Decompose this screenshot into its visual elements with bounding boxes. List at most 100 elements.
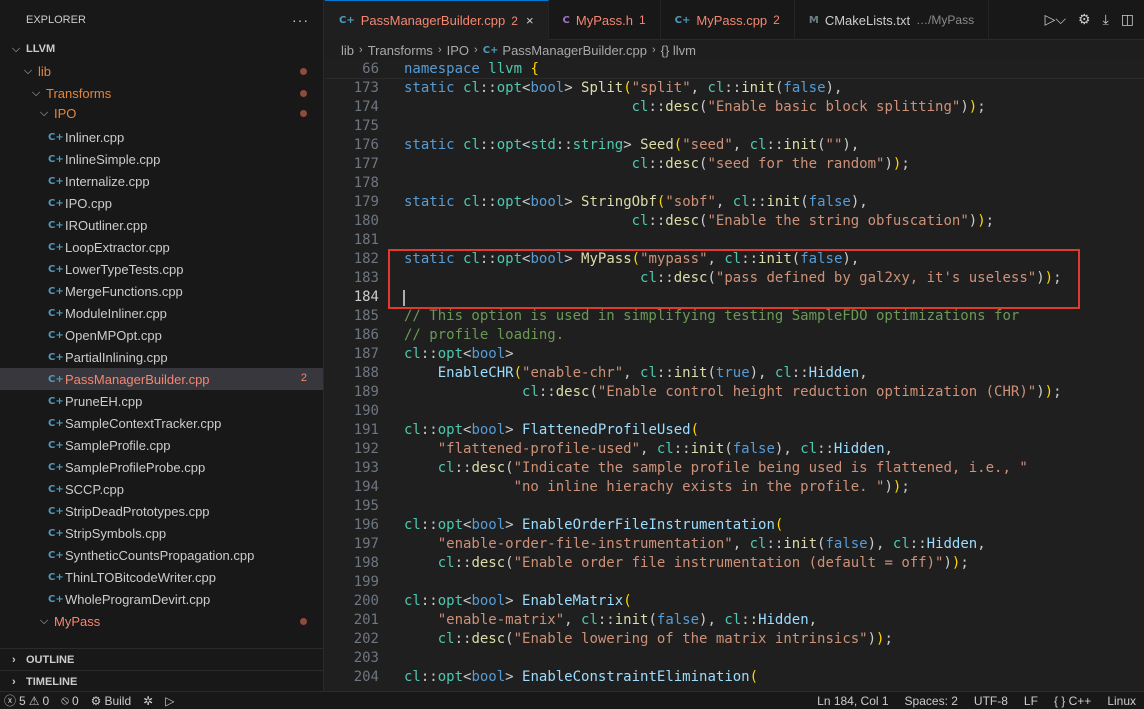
breadcrumb-item[interactable]: PassManagerBuilder.cpp [502, 43, 647, 58]
line-number: 179 [353, 194, 379, 210]
breadcrumb-item[interactable]: IPO [447, 43, 469, 58]
ports-indicator[interactable]: ⦸ 0 [61, 693, 79, 708]
code-line[interactable]: 197 "enable-order-file-instrumentation",… [325, 535, 1144, 554]
code-line[interactable]: 196 cl::opt<bool> EnableOrderFileInstrume… [325, 516, 1144, 535]
code-line[interactable]: 204 cl::opt<bool> EnableConstraintElimina… [325, 668, 1144, 687]
run-debug-icon[interactable]: ▷⌵ [1045, 11, 1066, 28]
folder-ipo[interactable]: ⌵ IPO [0, 104, 323, 122]
line-number: 173 [353, 80, 379, 96]
file-item[interactable]: C+ SCCP.cpp [0, 478, 323, 500]
code-line[interactable]: 183 cl::desc("pass defined by gal2xy, it… [325, 269, 1144, 288]
file-item[interactable]: C+ LoopExtractor.cpp [0, 236, 323, 258]
code-line[interactable]: 178 [325, 174, 1144, 193]
tab-mypass-cpp[interactable]: C+ MyPass.cpp 2 [661, 0, 795, 40]
code-line[interactable]: 194 "no inline hierachy exists in the pr… [325, 478, 1144, 497]
code-line[interactable]: 184 [325, 288, 1144, 307]
file-item[interactable]: C+ IROutliner.cpp [0, 214, 323, 236]
file-item[interactable]: C+ MergeFunctions.cpp [0, 280, 323, 302]
gear-icon[interactable]: ⚙ [1078, 11, 1091, 28]
code-line[interactable]: 173 static cl::opt<bool> Split("split", c… [325, 79, 1144, 98]
code-line[interactable]: 198 cl::desc("Enable order file instrume… [325, 554, 1144, 573]
debug-icon[interactable]: ✲ [143, 694, 153, 708]
code-line[interactable]: 174 cl::desc("Enable basic block splitti… [325, 98, 1144, 117]
code-line[interactable]: 177 cl::desc("seed for the random")); [325, 155, 1144, 174]
code-line[interactable]: 186 // profile loading. [325, 326, 1144, 345]
file-item[interactable]: C+ PartialInlining.cpp [0, 346, 323, 368]
code-line[interactable]: 202 cl::desc("Enable lowering of the mat… [325, 630, 1144, 649]
sticky-scroll-line[interactable]: 66 namespace llvm { [325, 60, 1144, 79]
code-line[interactable]: 187 cl::opt<bool> [325, 345, 1144, 364]
folder-transforms[interactable]: ⌵ Transforms [0, 82, 323, 104]
code-line[interactable]: 192 "flattened-profile-used", cl::init(f… [325, 440, 1144, 459]
code-line[interactable]: 200 cl::opt<bool> EnableMatrix( [325, 592, 1144, 611]
cursor-position[interactable]: Ln 184, Col 1 [817, 694, 888, 708]
outline-section[interactable]: › OUTLINE [0, 648, 324, 670]
build-button[interactable]: ⚙ Build [91, 694, 131, 708]
file-item[interactable]: C+ SampleProfile.cpp [0, 434, 323, 456]
platform[interactable]: Linux [1107, 694, 1136, 708]
file-label: LowerTypeTests.cpp [65, 261, 184, 277]
breadcrumb-item[interactable]: lib [341, 43, 354, 58]
code-line[interactable]: 191 cl::opt<bool> FlattenedProfileUsed( [325, 421, 1144, 440]
code-line[interactable]: 190 [325, 402, 1144, 421]
file-item[interactable]: C+ IPO.cpp [0, 192, 323, 214]
tab-passmanagerbuilder[interactable]: C+ PassManagerBuilder.cpp 2 × [325, 0, 549, 40]
code-line[interactable]: 181 [325, 231, 1144, 250]
indentation[interactable]: Spaces: 2 [905, 694, 958, 708]
problems-indicator[interactable]: ⓧ 5 ⚠ 0 [4, 692, 49, 709]
code-line[interactable]: 180 cl::desc("Enable the string obfuscat… [325, 212, 1144, 231]
folder-mypass[interactable]: ⌵ MyPass [0, 610, 323, 632]
code-line[interactable]: 199 [325, 573, 1144, 592]
tab-cmakelists[interactable]: M CMakeLists.txt …/MyPass [795, 0, 990, 40]
file-item[interactable]: C+ SyntheticCountsPropagation.cpp [0, 544, 323, 566]
tab-mypass-h[interactable]: C MyPass.h 1 [549, 0, 661, 40]
line-number: 177 [353, 156, 379, 172]
file-item[interactable]: C+ ModuleInliner.cpp [0, 302, 323, 324]
code-editor[interactable]: 66 namespace llvm { 173 static cl::opt<bo… [325, 60, 1144, 691]
breadcrumb-item[interactable]: Transforms [368, 43, 433, 58]
cpp-file-icon: C+ [48, 395, 64, 407]
breadcrumb-item[interactable]: {} llvm [661, 43, 696, 58]
code-line[interactable]: 203 [325, 649, 1144, 668]
file-item[interactable]: C+ ThinLTOBitcodeWriter.cpp [0, 566, 323, 588]
code-line[interactable]: 195 [325, 497, 1144, 516]
file-item[interactable]: C+ StripSymbols.cpp [0, 522, 323, 544]
code-line[interactable]: 185 // This option is used in simplifying… [325, 307, 1144, 326]
line-number: 190 [353, 403, 379, 419]
file-item[interactable]: C+ OpenMPOpt.cpp [0, 324, 323, 346]
end-of-line[interactable]: LF [1024, 694, 1038, 708]
code-line[interactable]: 201 "enable-matrix", cl::init(false), cl… [325, 611, 1144, 630]
code-line[interactable]: 189 cl::desc("Enable control height redu… [325, 383, 1144, 402]
download-icon[interactable]: ⤓ [1103, 11, 1109, 28]
file-item[interactable]: C+ PruneEH.cpp [0, 390, 323, 412]
file-item[interactable]: C+ StripDeadPrototypes.cpp [0, 500, 323, 522]
more-actions-icon[interactable]: ··· [292, 12, 309, 28]
file-item[interactable]: C+ SampleContextTracker.cpp [0, 412, 323, 434]
split-editor-icon[interactable]: ◫ [1121, 11, 1134, 28]
file-label: LoopExtractor.cpp [65, 239, 170, 255]
folder-llvm[interactable]: ⌵ LLVM [0, 38, 323, 60]
code-line[interactable]: 193 cl::desc("Indicate the sample profil… [325, 459, 1144, 478]
file-item[interactable]: C+ PassManagerBuilder.cpp 2 [0, 368, 323, 390]
run-icon[interactable]: ▷ [165, 694, 174, 708]
file-item[interactable]: C+ LowerTypeTests.cpp [0, 258, 323, 280]
timeline-section[interactable]: › TIMELINE [0, 670, 324, 692]
code-line[interactable]: 188 EnableCHR("enable-chr", cl::init(tru… [325, 364, 1144, 383]
code-line[interactable]: 175 [325, 117, 1144, 136]
line-number: 184 [353, 289, 379, 305]
cpp-file-icon: C+ [48, 483, 64, 495]
file-item[interactable]: C+ Internalize.cpp [0, 170, 323, 192]
file-item[interactable]: C+ InlineSimple.cpp [0, 148, 323, 170]
code-line[interactable]: 182 static cl::opt<bool> MyPass("mypass",… [325, 250, 1144, 269]
file-item[interactable]: C+ Inliner.cpp [0, 126, 323, 148]
encoding[interactable]: UTF-8 [974, 694, 1008, 708]
code-text: cl::desc("Enable control height reductio… [522, 384, 1062, 400]
cpp-file-icon: C+ [48, 175, 64, 187]
folder-lib[interactable]: ⌵ lib [0, 60, 323, 82]
language-mode[interactable]: { } C++ [1054, 694, 1091, 708]
file-item[interactable]: C+ SampleProfileProbe.cpp [0, 456, 323, 478]
close-icon[interactable]: × [526, 13, 534, 28]
file-item[interactable]: C+ WholeProgramDevirt.cpp [0, 588, 323, 610]
code-line[interactable]: 179 static cl::opt<bool> StringObf("sobf"… [325, 193, 1144, 212]
code-line[interactable]: 176 static cl::opt<std::string> Seed("see… [325, 136, 1144, 155]
